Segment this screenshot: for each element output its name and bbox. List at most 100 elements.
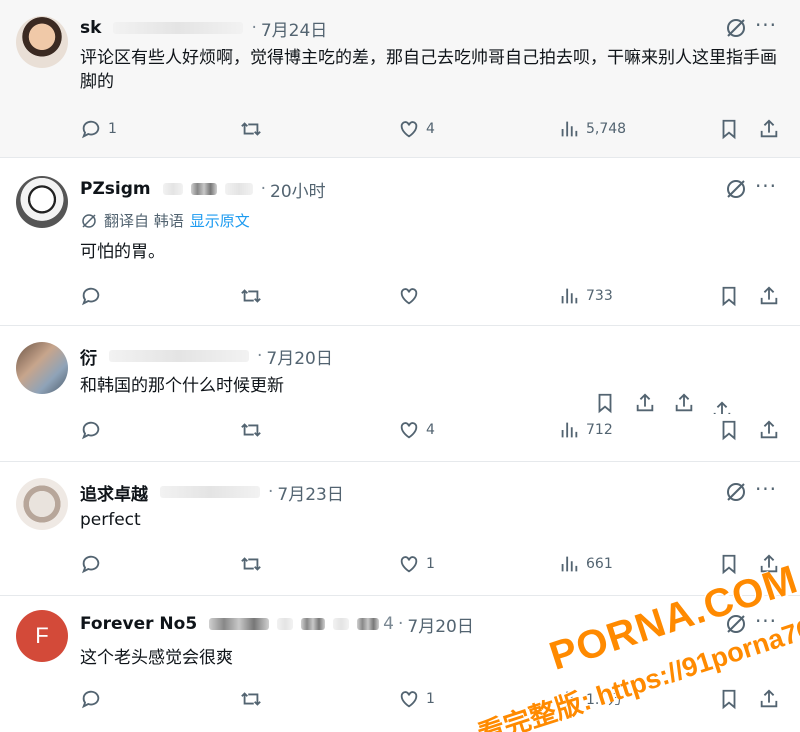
handle[interactable] bbox=[109, 22, 247, 34]
avatar[interactable]: F bbox=[16, 610, 68, 662]
handle[interactable]: 4 bbox=[205, 614, 394, 634]
post-header: 追求卓越 · 7月23日 bbox=[80, 480, 344, 505]
heart-icon bbox=[400, 288, 418, 305]
handle[interactable] bbox=[159, 183, 257, 195]
views-button[interactable]: 712 bbox=[558, 416, 613, 444]
timestamp[interactable]: 7月20日 bbox=[266, 344, 332, 369]
handle[interactable] bbox=[156, 486, 264, 498]
reply-post[interactable]: sk · 7月24日 ··· 评论区有些人好烦啊，觉得博主吃的差，那自己去吃帅哥… bbox=[0, 0, 800, 158]
reply-post[interactable]: PZsigm · 20小时 ··· 翻译自 韩语 显示原文 可怕的胃。 733 bbox=[0, 158, 800, 326]
reply-icon bbox=[81, 555, 100, 574]
like-button[interactable]: 4 bbox=[398, 416, 435, 444]
separator-dot: · bbox=[260, 179, 267, 199]
reply-count: 1 bbox=[108, 121, 117, 137]
views-icon bbox=[561, 288, 578, 304]
retweet-icon bbox=[241, 122, 261, 136]
grok-icon[interactable] bbox=[724, 480, 748, 504]
like-count: 1 bbox=[426, 691, 435, 707]
view-count: 661 bbox=[586, 556, 613, 572]
like-count: 1 bbox=[426, 556, 435, 572]
display-name[interactable]: Forever No5 bbox=[80, 614, 197, 634]
views-icon bbox=[561, 121, 578, 137]
view-count: 733 bbox=[586, 288, 613, 304]
timestamp[interactable]: 7月23日 bbox=[277, 480, 343, 505]
retweet-icon bbox=[241, 423, 261, 437]
like-button[interactable] bbox=[398, 282, 426, 310]
handle[interactable] bbox=[105, 350, 253, 362]
bookmark-icon[interactable] bbox=[594, 392, 616, 420]
bookmark-button[interactable] bbox=[718, 685, 740, 713]
like-button[interactable]: 1 bbox=[398, 685, 435, 713]
reply-icon bbox=[81, 120, 100, 139]
display-name[interactable]: 追求卓越 bbox=[80, 480, 148, 505]
timestamp[interactable]: 7月24日 bbox=[261, 16, 327, 41]
retweet-button[interactable] bbox=[240, 685, 268, 713]
timestamp[interactable]: 20小时 bbox=[270, 177, 326, 202]
reply-icon bbox=[81, 690, 100, 709]
timestamp[interactable]: 7月20日 bbox=[407, 612, 473, 637]
translate-icon bbox=[82, 213, 96, 228]
display-name[interactable]: 衍 bbox=[80, 344, 97, 369]
show-original-link[interactable]: 显示原文 bbox=[190, 210, 250, 231]
reply-button[interactable] bbox=[80, 282, 108, 310]
share-icon[interactable] bbox=[673, 392, 695, 420]
grok-icon[interactable] bbox=[724, 177, 748, 201]
more-icon[interactable]: ··· bbox=[754, 479, 778, 504]
like-count: 4 bbox=[426, 121, 435, 137]
reply-button[interactable]: 1 bbox=[80, 115, 117, 143]
views-icon bbox=[561, 556, 578, 572]
share-button[interactable] bbox=[758, 416, 780, 444]
share-icon bbox=[760, 689, 778, 708]
post-header: 衍 · 7月20日 bbox=[80, 344, 333, 369]
retweet-button[interactable] bbox=[240, 416, 268, 444]
share-icon bbox=[760, 286, 778, 305]
views-icon bbox=[561, 422, 578, 438]
view-count: 712 bbox=[586, 422, 613, 438]
avatar[interactable] bbox=[16, 478, 68, 530]
bookmark-icon bbox=[722, 286, 736, 307]
share-button[interactable] bbox=[758, 685, 780, 713]
share-icon bbox=[760, 119, 778, 138]
bookmark-icon bbox=[722, 689, 736, 710]
share-icon[interactable] bbox=[711, 400, 733, 414]
bookmark-button[interactable] bbox=[718, 115, 740, 143]
retweet-button[interactable] bbox=[240, 550, 268, 578]
share-button[interactable] bbox=[758, 282, 780, 310]
heart-icon bbox=[400, 556, 418, 573]
action-bar: 733 bbox=[0, 282, 800, 310]
reply-button[interactable] bbox=[80, 685, 108, 713]
avatar[interactable] bbox=[16, 342, 68, 394]
reply-button[interactable] bbox=[80, 550, 108, 578]
reply-icon bbox=[81, 421, 100, 440]
views-button[interactable]: 661 bbox=[558, 550, 613, 578]
bookmark-button[interactable] bbox=[718, 282, 740, 310]
retweet-button[interactable] bbox=[240, 115, 268, 143]
bookmark-button[interactable] bbox=[718, 416, 740, 444]
retweet-icon bbox=[241, 289, 261, 303]
avatar[interactable] bbox=[16, 16, 68, 68]
more-icon[interactable]: ··· bbox=[754, 176, 778, 201]
like-count: 4 bbox=[426, 422, 435, 438]
display-name[interactable]: PZsigm bbox=[80, 179, 151, 199]
views-button[interactable]: 5,748 bbox=[558, 115, 626, 143]
retweet-icon bbox=[241, 692, 261, 706]
action-bar: 4 712 bbox=[0, 416, 800, 444]
reply-button[interactable] bbox=[80, 416, 108, 444]
more-icon[interactable]: ··· bbox=[754, 15, 778, 40]
grok-icon[interactable] bbox=[724, 16, 748, 40]
bookmark-icon bbox=[722, 554, 736, 575]
avatar[interactable] bbox=[16, 176, 68, 228]
retweet-icon bbox=[241, 557, 261, 571]
share-icon[interactable] bbox=[634, 392, 656, 420]
post-text: 可怕的胃。 bbox=[80, 242, 165, 262]
retweet-button[interactable] bbox=[240, 282, 268, 310]
display-name[interactable]: sk bbox=[80, 18, 101, 38]
like-button[interactable]: 4 bbox=[398, 115, 435, 143]
views-button[interactable]: 733 bbox=[558, 282, 613, 310]
post-header: PZsigm · 20小时 bbox=[80, 177, 326, 202]
share-button[interactable] bbox=[758, 115, 780, 143]
heart-icon bbox=[400, 422, 418, 439]
reply-post[interactable]: 追求卓越 · 7月23日 ··· perfect 1 661 bbox=[0, 462, 800, 596]
like-button[interactable]: 1 bbox=[398, 550, 435, 578]
heart-icon bbox=[400, 691, 418, 708]
